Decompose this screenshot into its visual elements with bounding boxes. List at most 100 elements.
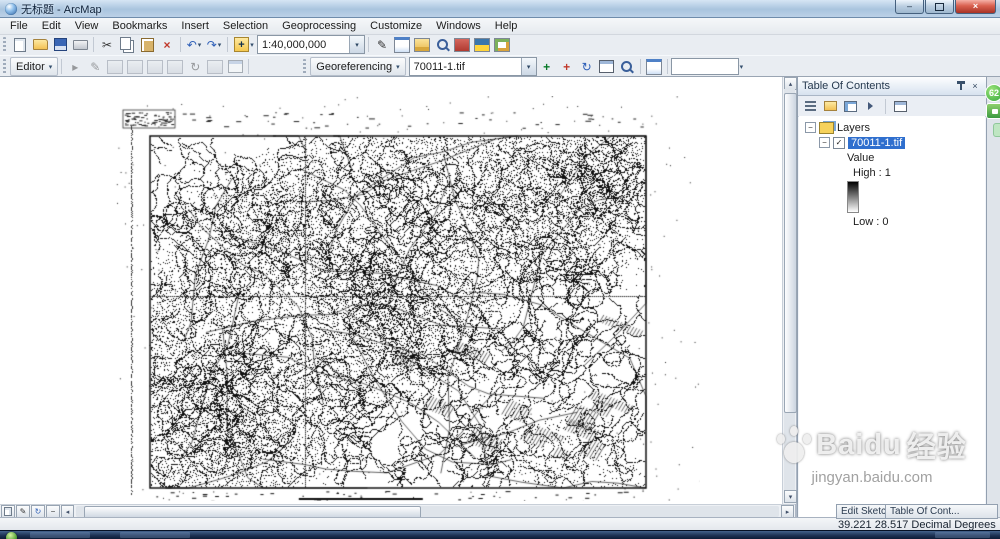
catalog-window-button[interactable]	[412, 36, 432, 54]
vertical-scroll-track[interactable]	[784, 89, 797, 491]
georeferencing-menu-button[interactable]: Georeferencing ▾	[310, 57, 406, 76]
open-button[interactable]	[30, 36, 50, 54]
cut-button[interactable]: ✂	[97, 36, 117, 54]
attributes-button[interactable]	[205, 58, 225, 76]
menu-edit[interactable]: Edit	[35, 19, 68, 33]
toolbar-grip[interactable]	[3, 59, 6, 74]
sketch-tool-button[interactable]: ✎	[85, 58, 105, 76]
list-by-source-button[interactable]	[822, 98, 839, 114]
scale-combo-arrow-icon[interactable]: ▾	[349, 36, 364, 53]
rotate-raster-button[interactable]: ↻	[577, 58, 597, 76]
toc-layers-row[interactable]: − Layers	[799, 120, 985, 135]
select-link-button[interactable]: +	[557, 58, 577, 76]
legend-field-row: Value	[799, 150, 985, 165]
separator	[368, 37, 369, 52]
toc-options-button[interactable]	[892, 98, 909, 114]
list-by-selection-button[interactable]	[862, 98, 879, 114]
refresh-icon: ↻	[34, 506, 42, 516]
menu-bar: File Edit View Bookmarks Insert Selectio…	[0, 17, 1000, 35]
recorder-count-badge[interactable]: 62	[985, 84, 1000, 102]
search-window-button[interactable]	[432, 36, 452, 54]
copy-button[interactable]	[117, 36, 137, 54]
georeferencing-layer-combo[interactable]: 70011-1.tif ▾	[408, 57, 537, 76]
taskbar-button[interactable]	[120, 532, 190, 538]
view-link-table-button[interactable]	[597, 58, 617, 76]
toc-close-icon: ×	[972, 81, 978, 91]
maximize-button[interactable]	[925, 0, 954, 14]
separator	[180, 37, 181, 52]
layer-combo-arrow-icon[interactable]: ▾	[520, 58, 536, 75]
redo-button[interactable]: ↷ ▾	[204, 36, 224, 54]
layer-name-selected[interactable]: 70011-1.tif	[848, 136, 906, 149]
table-of-contents-tab[interactable]: Table Of Cont...	[885, 504, 998, 519]
horizontal-scroll-track[interactable]	[76, 506, 779, 519]
cut-icon: ✂	[101, 37, 113, 52]
rotate-tool-button[interactable]: ↻	[185, 58, 205, 76]
recorder-partial-badge[interactable]	[993, 123, 1000, 137]
menu-file[interactable]: File	[3, 19, 35, 33]
modelbuilder-button[interactable]	[492, 36, 512, 54]
map-horizontal-scrollbar: ✎ ↻ − ◂ ▸	[0, 504, 795, 519]
editor-toolbar-toggle-button[interactable]: ✎	[372, 36, 392, 54]
add-control-points-button[interactable]: +	[537, 58, 557, 76]
collapse-icon[interactable]: −	[819, 137, 830, 148]
paste-button[interactable]	[137, 36, 157, 54]
layer-visibility-checkbox[interactable]: ✓	[833, 136, 845, 149]
taskbar-tray[interactable]	[935, 532, 990, 538]
new-document-icon	[14, 37, 26, 52]
viewer-window-button[interactable]	[644, 58, 664, 76]
vertical-scroll-thumb[interactable]	[784, 93, 797, 413]
input-dropdown-icon[interactable]: ▾	[740, 63, 744, 71]
zoom-to-layer-button[interactable]	[617, 58, 637, 76]
taskbar-button[interactable]	[30, 532, 90, 538]
split-icon	[167, 59, 184, 74]
toc-pin-button[interactable]	[954, 80, 968, 93]
toc-layer-row[interactable]: − ✓ 70011-1.tif	[799, 135, 985, 150]
menu-insert[interactable]: Insert	[174, 19, 216, 33]
toolbar-grip[interactable]	[303, 59, 307, 74]
undo-button[interactable]: ↶ ▾	[184, 36, 204, 54]
toc-header[interactable]: Table Of Contents ×	[798, 77, 986, 96]
list-by-visibility-button[interactable]	[842, 98, 859, 114]
scroll-down-button[interactable]: ▾	[784, 490, 797, 503]
menu-customize[interactable]: Customize	[363, 19, 429, 33]
right-edge-strip	[985, 76, 1000, 517]
title-bar[interactable]: 无标题 - ArcMap – ×	[0, 0, 1000, 18]
map-scale-combo[interactable]: 1:40,000,000 ▾	[257, 35, 365, 54]
start-orb-icon[interactable]	[6, 532, 17, 539]
editor-menu-button[interactable]: Editor ▾	[10, 57, 59, 76]
windows-taskbar[interactable]	[0, 530, 1000, 539]
table-of-contents-window-button[interactable]	[392, 36, 412, 54]
scanned-topographic-map-raster[interactable]	[115, 96, 700, 501]
sketch-properties-button[interactable]	[225, 58, 245, 76]
reshape-tool-button[interactable]	[125, 58, 145, 76]
menu-bookmarks[interactable]: Bookmarks	[105, 19, 174, 33]
new-document-button[interactable]	[10, 36, 30, 54]
add-data-button[interactable]: + ▾	[231, 36, 257, 54]
cut-polygon-button[interactable]	[145, 58, 165, 76]
minimize-button[interactable]: –	[895, 0, 924, 14]
split-tool-button[interactable]	[165, 58, 185, 76]
save-button[interactable]	[50, 36, 70, 54]
recorder-camera-badge[interactable]	[986, 103, 1000, 119]
collapse-icon[interactable]: −	[805, 122, 816, 133]
list-by-drawing-order-button[interactable]	[802, 98, 819, 114]
python-window-button[interactable]	[472, 36, 492, 54]
menu-selection[interactable]: Selection	[216, 19, 275, 33]
arctoolbox-button[interactable]	[452, 36, 472, 54]
menu-help[interactable]: Help	[488, 19, 525, 33]
table-of-contents-panel: Table Of Contents × − Layers − ✓ 70011-1…	[797, 76, 987, 519]
map-vertical-scrollbar: ▴ ▾	[782, 76, 797, 504]
edit-tool-button[interactable]: ▸	[65, 58, 85, 76]
toolbar-grip[interactable]	[3, 37, 6, 52]
delete-button[interactable]: ×	[157, 36, 177, 54]
close-button[interactable]: ×	[955, 0, 996, 14]
toc-close-button[interactable]: ×	[968, 80, 982, 93]
menu-windows[interactable]: Windows	[429, 19, 488, 33]
edit-vertices-button[interactable]	[105, 58, 125, 76]
menu-geoprocessing[interactable]: Geoprocessing	[275, 19, 363, 33]
map-data-view[interactable]	[0, 76, 782, 504]
georeferencing-text-input[interactable]	[670, 58, 739, 75]
print-button[interactable]	[70, 36, 90, 54]
menu-view[interactable]: View	[68, 19, 106, 33]
